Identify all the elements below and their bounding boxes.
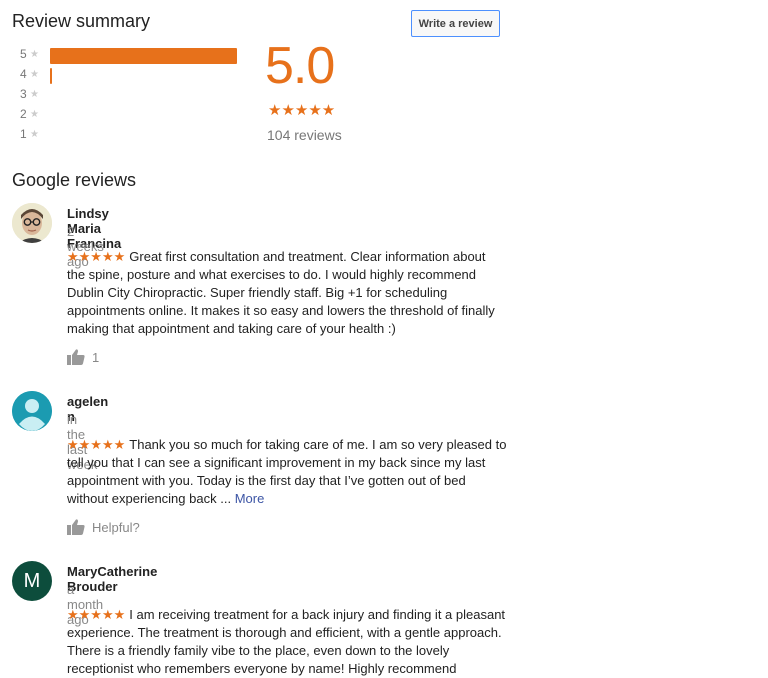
review-summary-title: Review summary (12, 11, 151, 31)
google-reviews-title: Google reviews (12, 170, 137, 190)
star-icon: ★ (30, 88, 39, 100)
review-stars: ★★★★★ (67, 607, 126, 622)
helpful-label[interactable]: Helpful? (92, 520, 140, 535)
distribution-row-4: 4 ★ (20, 64, 52, 84)
thumbs-up-icon[interactable] (67, 519, 85, 535)
distribution-track (50, 128, 237, 144)
distribution-label: 4 (20, 67, 27, 81)
helpful-row: Helpful? (67, 519, 140, 535)
average-rating: 5.0 (265, 37, 335, 95)
star-icon: ★ (30, 68, 39, 80)
helpful-row: 1 (67, 349, 99, 365)
distribution-row-2: 2 ★ (20, 104, 44, 124)
distribution-track (50, 88, 237, 104)
review-text: ★★★★★ Great first consultation and treatm… (67, 248, 507, 338)
review-body: I am receiving treatment for a back inju… (67, 607, 506, 676)
review-text: ★★★★★ Thank you so much for taking care o… (67, 436, 507, 508)
distribution-track (50, 48, 237, 64)
reviewer-photo-icon (12, 203, 52, 243)
distribution-row-1: 1 ★ (20, 124, 44, 144)
review-stars: ★★★★★ (67, 437, 126, 452)
star-icon: ★ (30, 48, 39, 60)
distribution-track (50, 108, 237, 124)
ellipsis: ... (220, 491, 232, 506)
distribution-label: 2 (20, 107, 27, 121)
distribution-label: 3 (20, 87, 27, 101)
distribution-bar (50, 48, 237, 64)
review-count[interactable]: 104 reviews (267, 127, 342, 143)
review-body: Great first consultation and treatment. … (67, 249, 495, 336)
review-stars: ★★★★★ (67, 249, 126, 264)
star-icon: ★ (30, 128, 39, 140)
avatar[interactable] (12, 203, 52, 243)
like-count: 1 (92, 349, 100, 365)
default-person-icon (12, 391, 52, 431)
distribution-label: 5 (20, 47, 27, 61)
review-body: Thank you so much for taking care of me.… (67, 437, 507, 506)
write-review-button[interactable]: Write a review (411, 10, 500, 37)
more-link[interactable]: More (235, 491, 265, 506)
thumbs-up-icon[interactable] (67, 349, 85, 365)
average-rating-stars: ★★★★★ (268, 102, 336, 119)
avatar[interactable]: M (12, 561, 52, 601)
distribution-bar (50, 68, 52, 84)
distribution-track (50, 68, 237, 84)
distribution-row-5: 5 ★ (20, 44, 237, 64)
review-text: ★★★★★ I am receiving treatment for a back… (67, 606, 507, 678)
distribution-row-3: 3 ★ (20, 84, 44, 104)
avatar-letter: M (23, 569, 41, 592)
star-icon: ★ (30, 108, 39, 120)
avatar[interactable] (12, 391, 52, 431)
distribution-label: 1 (20, 127, 27, 141)
